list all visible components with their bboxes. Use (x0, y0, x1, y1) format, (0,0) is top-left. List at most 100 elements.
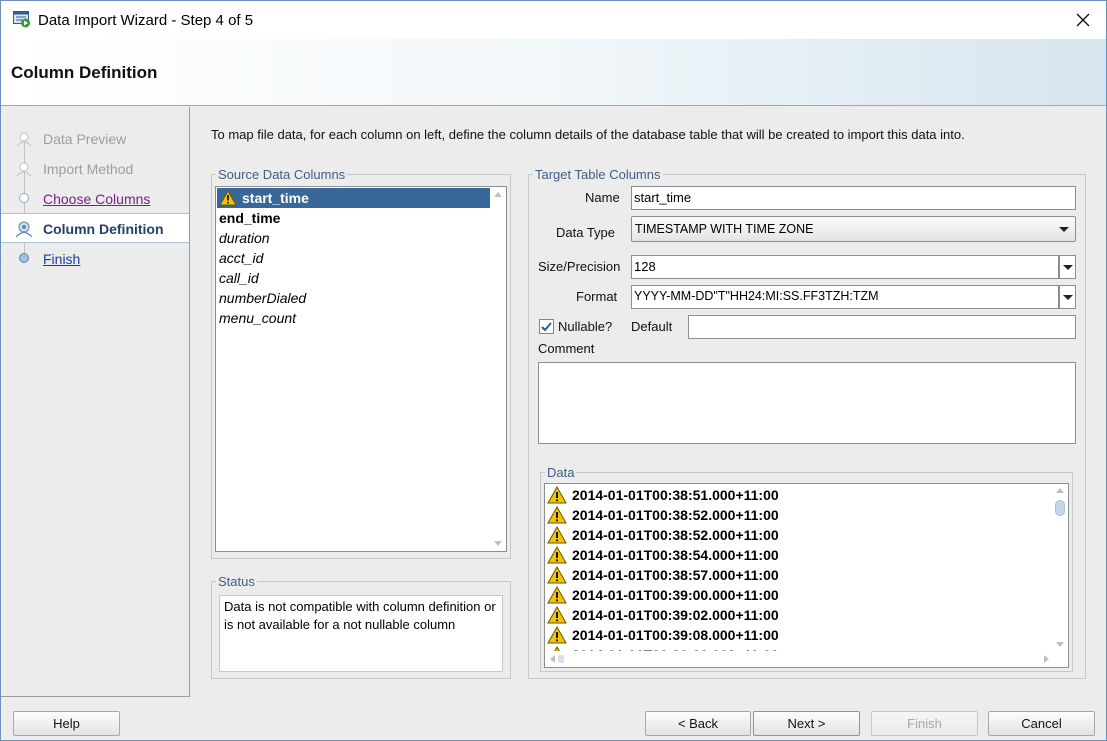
checkmark-icon (541, 322, 552, 332)
scroll-down-arrow-icon[interactable] (494, 541, 502, 546)
warning-icon (547, 486, 567, 504)
instructions-text: To map file data, for each column on lef… (211, 127, 965, 142)
warning-icon (547, 506, 567, 524)
default-label: Default (631, 319, 673, 334)
nav-step-column-definition[interactable]: Column Definition (1, 213, 189, 243)
status-text: Data is not compatible with column defin… (224, 599, 496, 632)
data-value: 2014-01-01T00:39:08.000+11:00 (572, 627, 779, 643)
data-list-vertical-scrollbar[interactable] (1052, 484, 1068, 651)
close-button[interactable] (1060, 1, 1106, 39)
step-node-icon (19, 193, 29, 203)
finish-button: Finish (871, 711, 978, 736)
scroll-thumb[interactable] (1055, 500, 1065, 516)
nav-step-label[interactable]: Choose Columns (43, 191, 150, 207)
datatype-select[interactable]: TIMESTAMP WITH TIME ZONE (631, 216, 1076, 242)
scroll-left-arrow-icon[interactable] (550, 655, 555, 663)
data-value: 2014-01-01T00:38:57.000+11:00 (572, 567, 779, 583)
format-dropdown-button[interactable] (1059, 285, 1076, 309)
title-bar: Data Import Wizard - Step 4 of 5 (1, 1, 1106, 39)
data-value: 2014-01-01T00:38:54.000+11:00 (572, 547, 779, 563)
data-legend: Data (547, 465, 575, 480)
datatype-selected-value: TIMESTAMP WITH TIME ZONE (635, 222, 814, 236)
name-field[interactable]: start_time (631, 186, 1076, 210)
nav-step-choose-columns[interactable]: Choose Columns (1, 184, 189, 214)
target-columns-legend: Target Table Columns (535, 167, 661, 182)
step-node-icon (16, 132, 32, 147)
step-node-icon (19, 253, 29, 263)
list-item[interactable]: menu_count (217, 308, 490, 328)
list-item-label: menu_count (219, 310, 297, 326)
header-banner: Column Definition (1, 39, 1106, 106)
nullable-checkbox[interactable] (539, 319, 554, 334)
data-value: 2014-01-01T00:39:02.000+11:00 (572, 607, 779, 623)
chevron-down-icon (1063, 265, 1073, 270)
list-item-label: end_time (219, 210, 281, 226)
list-item[interactable]: call_id (217, 268, 490, 288)
warning-icon (547, 606, 567, 624)
list-item-label: numberDialed (219, 290, 307, 306)
format-field[interactable]: YYYY-MM-DD"T"HH24:MI:SS.FF3TZH:TZM (631, 285, 1059, 309)
size-precision-dropdown-button[interactable] (1059, 255, 1076, 279)
scroll-down-arrow-icon[interactable] (1056, 642, 1064, 647)
wizard-steps-nav: Data Preview Import Method Choose Column… (1, 107, 190, 697)
size-precision-field[interactable]: 128 (631, 255, 1059, 279)
data-value: 2014-01-01T00:39:00.000+11:00 (572, 587, 779, 603)
default-field[interactable] (688, 315, 1076, 339)
step-node-active-icon (15, 221, 33, 238)
comment-label: Comment (538, 341, 595, 356)
data-preview-list[interactable]: 2014-01-01T00:38:51.000+11:00 2014-01-01… (544, 483, 1069, 668)
help-button[interactable]: Help (13, 711, 120, 736)
list-item[interactable]: acct_id (217, 248, 490, 268)
source-columns-list[interactable]: start_time end_time duration acct_id cal… (215, 186, 507, 552)
list-item-label: duration (219, 230, 270, 246)
datatype-label: Data Type (556, 225, 616, 240)
close-icon (1076, 13, 1090, 27)
data-value: 2014-01-01T00:38:52.000+11:00 (572, 507, 779, 523)
name-label: Name (585, 190, 620, 205)
source-list-scrollbar[interactable] (490, 187, 506, 551)
chevron-down-icon (1063, 295, 1073, 300)
warning-icon (547, 586, 567, 604)
warning-icon (547, 546, 567, 564)
nullable-label[interactable]: Nullable? (558, 319, 612, 334)
step-node-icon (16, 162, 32, 177)
warning-icon (547, 626, 567, 644)
warning-icon (547, 566, 567, 584)
nav-step-import-method: Import Method (1, 154, 189, 184)
list-item[interactable]: end_time (217, 208, 490, 228)
scroll-up-arrow-icon[interactable] (494, 192, 502, 197)
list-item-label: acct_id (219, 250, 264, 266)
warning-icon (219, 190, 237, 206)
status-legend: Status (218, 574, 255, 589)
list-item-label: start_time (242, 190, 309, 206)
window-title: Data Import Wizard - Step 4 of 5 (38, 12, 254, 29)
nav-step-finish[interactable]: Finish (1, 244, 189, 274)
nav-step-label: Data Preview (43, 131, 127, 147)
nav-step-data-preview: Data Preview (1, 124, 189, 154)
list-item[interactable]: start_time (217, 188, 490, 208)
data-value: 2014-01-01T00:38:51.000+11:00 (572, 487, 779, 503)
wizard-app-icon (13, 11, 30, 28)
size-precision-label: Size/Precision (538, 259, 621, 274)
back-button[interactable]: < Back (645, 711, 751, 736)
nav-step-label: Import Method (43, 161, 134, 177)
scroll-thumb[interactable] (558, 655, 564, 663)
nav-step-label: Column Definition (43, 221, 164, 237)
comment-textarea[interactable] (538, 362, 1076, 444)
cancel-button[interactable]: Cancel (988, 711, 1095, 736)
page-title: Column Definition (11, 63, 158, 82)
list-item[interactable]: numberDialed (217, 288, 490, 308)
nav-step-label[interactable]: Finish (43, 251, 80, 267)
list-item-label: call_id (219, 270, 259, 286)
list-item[interactable]: duration (217, 228, 490, 248)
status-message: Data is not compatible with column defin… (219, 595, 503, 672)
chevron-down-icon (1059, 227, 1069, 232)
data-value: 2014-01-01T00:38:52.000+11:00 (572, 527, 779, 543)
warning-icon (547, 526, 567, 544)
format-label: Format (576, 289, 618, 304)
wizard-window: Data Import Wizard - Step 4 of 5 Column … (0, 0, 1107, 741)
data-list-horizontal-scrollbar[interactable] (545, 651, 1054, 667)
scroll-up-arrow-icon[interactable] (1056, 488, 1064, 493)
next-button[interactable]: Next > (753, 711, 860, 736)
scroll-right-arrow-icon[interactable] (1044, 655, 1049, 663)
